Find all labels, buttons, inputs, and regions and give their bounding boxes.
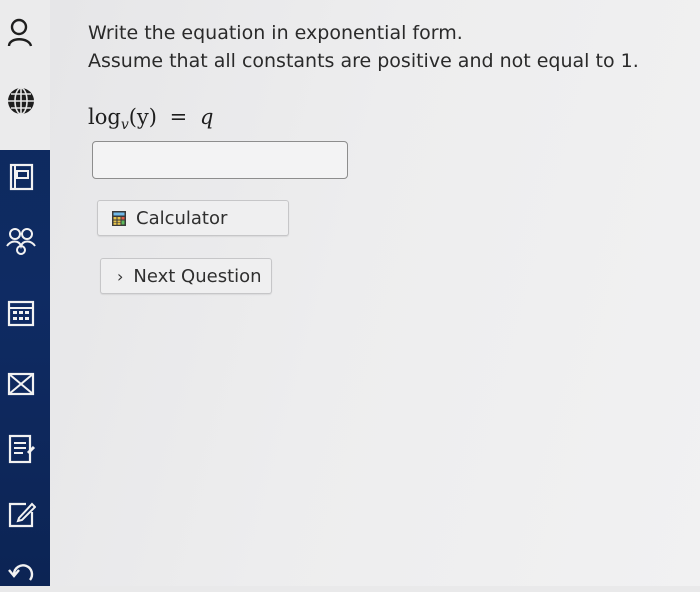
back-icon[interactable] xyxy=(4,558,38,592)
user-icon[interactable] xyxy=(4,16,38,50)
next-question-button[interactable]: › Next Question xyxy=(100,258,272,294)
chevron-right-icon: › xyxy=(117,266,124,286)
mail-icon[interactable] xyxy=(4,367,38,401)
globe-icon[interactable] xyxy=(4,84,38,118)
calculator-button[interactable]: Calculator xyxy=(97,200,289,236)
book-icon[interactable] xyxy=(4,160,38,194)
equation-base: v xyxy=(120,117,129,133)
equation-equals: = xyxy=(169,105,188,129)
edit-icon[interactable] xyxy=(4,498,38,532)
next-question-button-label: Next Question xyxy=(133,265,262,287)
answer-input[interactable] xyxy=(92,141,348,179)
question-panel: Write the equation in exponential form. … xyxy=(50,0,700,586)
question-text: Write the equation in exponential form. … xyxy=(88,19,639,75)
people-icon[interactable] xyxy=(4,225,38,259)
equation-arg: (y) xyxy=(128,105,157,129)
equation-func: log xyxy=(88,105,121,129)
calculator-button-label: Calculator xyxy=(136,207,228,229)
equation-rhs: q xyxy=(199,105,214,129)
question-line-2: Assume that all constants are positive a… xyxy=(88,50,639,72)
equation: logv(y) = q xyxy=(88,105,214,133)
document-icon[interactable] xyxy=(4,432,38,466)
sidebar xyxy=(0,0,50,586)
calculator-icon xyxy=(112,210,126,226)
question-line-1: Write the equation in exponential form. xyxy=(88,22,463,44)
calendar-icon[interactable] xyxy=(4,296,38,330)
